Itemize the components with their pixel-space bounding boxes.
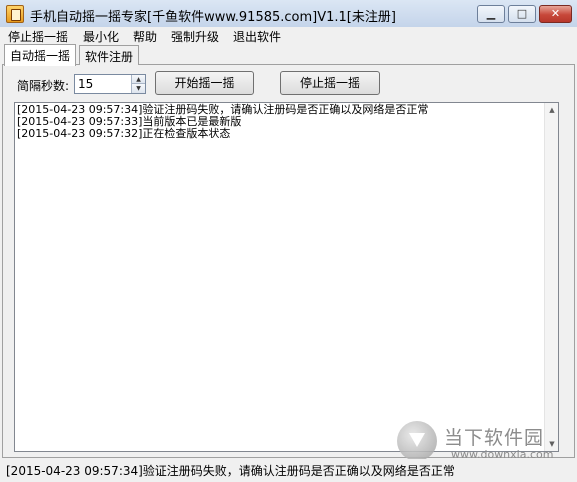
spin-up-icon[interactable]: ▲ xyxy=(131,75,145,84)
interval-stepper[interactable]: ▲ ▼ xyxy=(74,74,146,94)
close-button[interactable]: ✕ xyxy=(539,5,572,23)
menu-force-upgrade[interactable]: 强制升级 xyxy=(171,28,219,45)
tab-auto-shake[interactable]: 自动摇一摇 xyxy=(4,44,77,66)
app-icon xyxy=(6,5,24,23)
log-textarea[interactable]: [2015-04-23 09:57:34]验证注册码失败，请确认注册码是否正确以… xyxy=(14,102,559,452)
maximize-button[interactable]: □ xyxy=(508,5,536,23)
tab-registration[interactable]: 软件注册 xyxy=(79,45,140,65)
stop-shake-button[interactable]: 停止摇一摇 xyxy=(280,71,380,95)
log-lines: [2015-04-23 09:57:34]验证注册码失败，请确认注册码是否正确以… xyxy=(17,104,428,140)
menu-help[interactable]: 帮助 xyxy=(133,28,157,45)
download-arrow-icon xyxy=(397,421,437,461)
window-title: 手机自动摇一摇专家[千鱼软件www.91585.com]V1.1[未注册] xyxy=(30,10,396,25)
interval-label: 简隔秒数: xyxy=(17,79,70,93)
spin-down-icon[interactable]: ▼ xyxy=(131,84,145,93)
scroll-up-icon[interactable]: ▲ xyxy=(545,103,559,117)
watermark-name: 当下软件园 xyxy=(444,427,545,449)
title-bar: 手机自动摇一摇专家[千鱼软件www.91585.com]V1.1[未注册] ▁ … xyxy=(0,0,577,28)
menu-exit[interactable]: 退出软件 xyxy=(233,28,281,45)
menu-minimize[interactable]: 最小化 xyxy=(83,28,119,45)
menu-bar: 停止摇一摇 最小化 帮助 强制升级 退出软件 xyxy=(0,27,577,45)
vertical-scrollbar[interactable]: ▲ ▼ xyxy=(544,103,558,451)
menu-stop-shake[interactable]: 停止摇一摇 xyxy=(8,28,68,45)
status-text: [2015-04-23 09:57:34]验证注册码失败，请确认注册码是否正确以… xyxy=(6,464,455,478)
minimize-button[interactable]: ▁ xyxy=(477,5,505,23)
interval-input[interactable] xyxy=(75,75,131,93)
log-line: [2015-04-23 09:57:32]正在检查版本状态 xyxy=(17,127,231,140)
status-bar: [2015-04-23 09:57:34]验证注册码失败，请确认注册码是否正确以… xyxy=(0,459,577,482)
start-shake-button[interactable]: 开始摇一摇 xyxy=(155,71,254,95)
